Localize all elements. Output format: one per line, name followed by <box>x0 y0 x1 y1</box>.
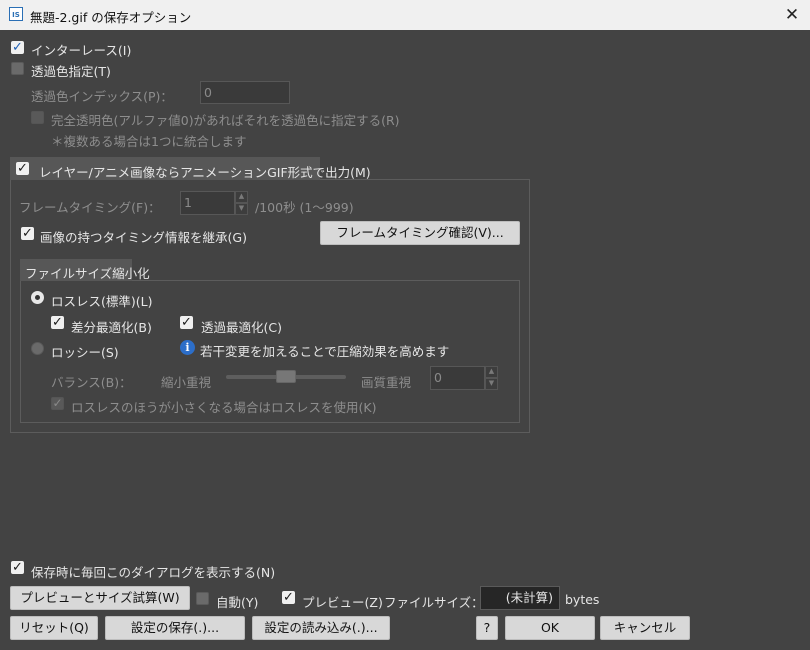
load-settings-button[interactable]: 設定の読み込み(.)... <box>252 616 390 640</box>
diff-opt-label[interactable]: 差分最適化(B) <box>71 317 152 336</box>
trans-index-input[interactable]: 0 <box>200 81 290 104</box>
note-text: ＊複数ある場合は1つに統合します <box>51 134 247 149</box>
reset-button[interactable]: リセット(Q) <box>10 616 98 640</box>
confirm-timing-button[interactable]: フレームタイミング確認(V)... <box>320 221 520 245</box>
show-dialog-label[interactable]: 保存時に毎回このダイアログを表示する(N) <box>31 562 275 581</box>
quality-down-icon[interactable]: ▼ <box>485 378 498 390</box>
filesize-label: ファイルサイズ： <box>384 595 484 610</box>
inherit-timing-label[interactable]: 画像の持つタイミング情報を継承(G) <box>40 227 247 246</box>
info-icon: i <box>180 340 195 355</box>
preview-size-button[interactable]: プレビューとサイズ試算(W) <box>10 586 190 610</box>
use-lossless-label: ロスレスのほうが小さくなる場合はロスレスを使用(K) <box>71 400 377 415</box>
cancel-button[interactable]: キャンセル <box>600 616 690 640</box>
interlace-label[interactable]: インターレース(I) <box>31 40 131 59</box>
frame-timing-label: フレームタイミング(F)： <box>19 200 161 215</box>
quality-input[interactable]: 0 <box>430 366 485 390</box>
frame-timing-input[interactable]: 1 <box>180 191 235 215</box>
anim-checkbox[interactable]: ✓ <box>16 162 29 175</box>
use-lossless-checkbox[interactable]: ✓ <box>51 397 64 410</box>
auto-label[interactable]: 自動(Y) <box>216 592 258 611</box>
full-trans-label: 完全透明色(アルファ値0)があればそれを透過色に指定する(R) <box>51 113 400 128</box>
app-icon: IS <box>9 7 23 21</box>
preview-checkbox[interactable]: ✓ <box>282 591 295 604</box>
show-dialog-checkbox[interactable]: ✓ <box>11 561 24 574</box>
full-trans-checkbox[interactable] <box>31 111 44 124</box>
lossy-label[interactable]: ロッシー(S) <box>51 342 119 361</box>
ok-button[interactable]: OK <box>505 616 595 640</box>
window-title: 無題-2.gif の保存オプション <box>30 10 192 25</box>
lossless-label[interactable]: ロスレス(標準)(L) <box>51 291 152 310</box>
filesize-value: (未計算) <box>480 586 560 610</box>
title-bar: IS 無題-2.gif の保存オプション ✕ <box>0 0 810 30</box>
interlace-checkbox[interactable]: ✓ <box>11 41 24 54</box>
auto-checkbox[interactable] <box>196 592 209 605</box>
bytes-label: bytes <box>565 592 600 607</box>
preview-label[interactable]: プレビュー(Z) <box>302 592 383 611</box>
trans-opt-checkbox[interactable]: ✓ <box>180 316 193 329</box>
lossy-radio[interactable] <box>31 342 44 355</box>
trans-opt-label[interactable]: 透過最適化(C) <box>201 317 282 336</box>
reduce-tab-label: ファイルサイズ縮小化 <box>25 266 150 281</box>
help-button[interactable]: ? <box>476 616 498 640</box>
balance-slider-thumb[interactable] <box>276 370 296 383</box>
info-text: 若干変更を加えることで圧縮効果を高めます <box>200 344 450 359</box>
frame-unit-label: /100秒 (1〜999) <box>255 200 354 215</box>
transparent-label[interactable]: 透過色指定(T) <box>31 61 111 80</box>
inherit-timing-checkbox[interactable]: ✓ <box>21 227 34 240</box>
balance-label: バランス(B)： <box>51 375 132 390</box>
frame-timing-up-icon[interactable]: ▲ <box>235 191 248 203</box>
shrink-pref-label: 縮小重視 <box>161 375 212 390</box>
anim-label[interactable]: レイヤー/アニメ画像ならアニメーションGIF形式で出力(M) <box>39 162 371 181</box>
transparent-checkbox[interactable] <box>11 62 24 75</box>
lossless-radio[interactable] <box>31 291 44 304</box>
close-button[interactable]: ✕ <box>780 4 804 26</box>
diff-opt-checkbox[interactable]: ✓ <box>51 316 64 329</box>
frame-timing-down-icon[interactable]: ▼ <box>235 203 248 215</box>
quality-up-icon[interactable]: ▲ <box>485 366 498 378</box>
save-settings-button[interactable]: 設定の保存(.)... <box>105 616 245 640</box>
trans-index-label: 透過色インデックス(P)： <box>31 89 173 104</box>
quality-pref-label: 画質重視 <box>361 375 412 390</box>
